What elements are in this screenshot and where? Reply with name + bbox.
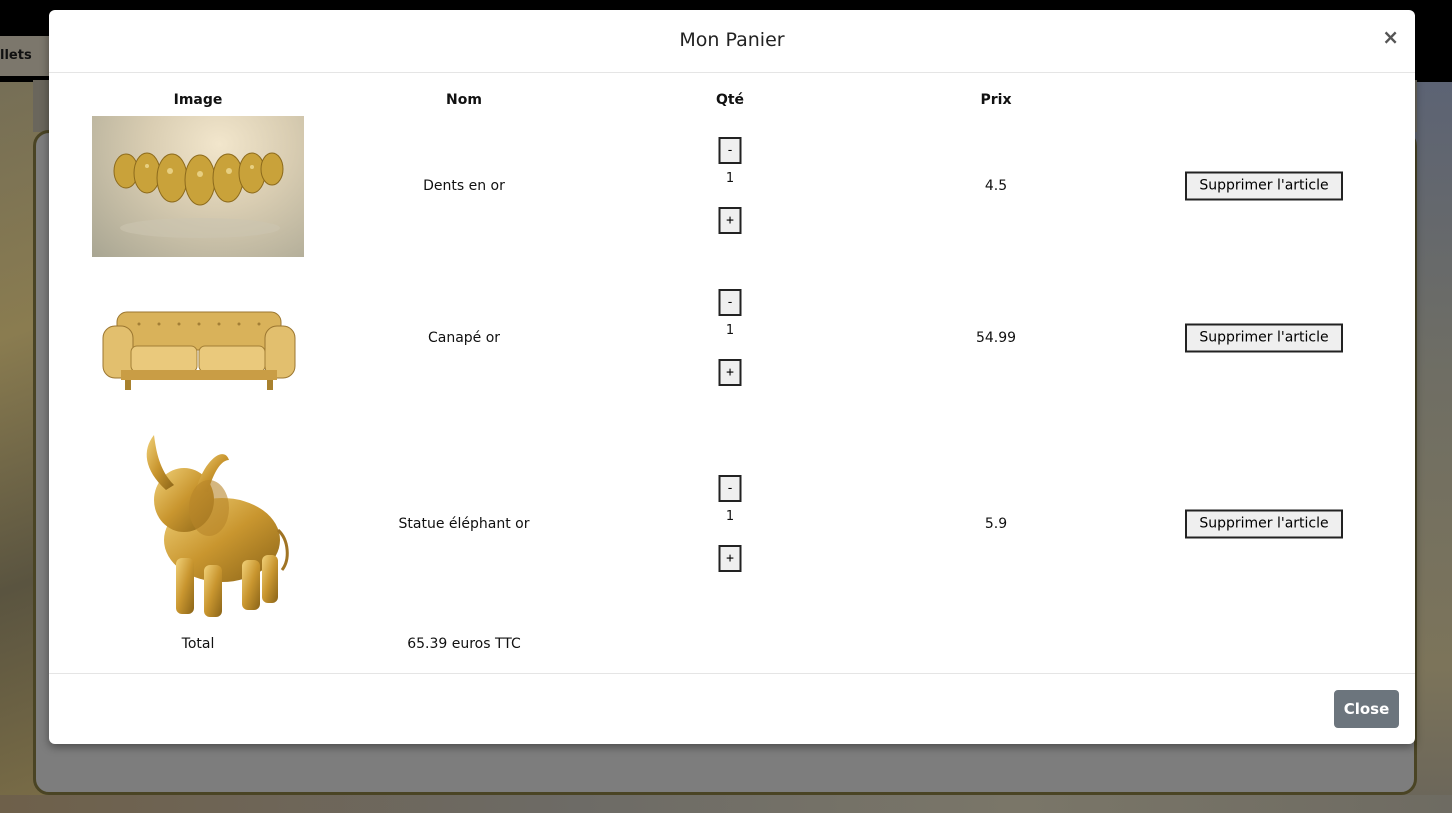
item-quantity: 1 bbox=[725, 509, 735, 524]
delete-item-button[interactable]: Supprimer l'article bbox=[1185, 509, 1343, 539]
column-header-image: Image bbox=[173, 92, 223, 108]
modal-header: Mon Panier × bbox=[49, 10, 1415, 73]
decrease-quantity-button[interactable]: - bbox=[718, 137, 742, 164]
total-label: Total bbox=[181, 636, 215, 652]
item-name: Statue éléphant or bbox=[398, 516, 530, 532]
item-name: Dents en or bbox=[423, 178, 505, 194]
background-money-bottom bbox=[0, 795, 1452, 813]
item-price: 4.5 bbox=[984, 178, 1008, 194]
item-quantity: 1 bbox=[725, 171, 735, 186]
gold-elephant-image bbox=[104, 430, 294, 625]
column-header-quantity: Qté bbox=[715, 92, 745, 108]
increase-quantity-button[interactable]: + bbox=[718, 359, 742, 386]
item-price: 5.9 bbox=[984, 516, 1008, 532]
gold-sofa-image bbox=[99, 298, 299, 398]
decrease-quantity-button[interactable]: - bbox=[718, 289, 742, 316]
decrease-quantity-button[interactable]: - bbox=[718, 475, 742, 502]
close-icon[interactable]: × bbox=[1382, 27, 1399, 47]
column-header-price: Prix bbox=[980, 92, 1012, 108]
modal-footer: Close bbox=[49, 673, 1415, 744]
cart-modal: Mon Panier × Image Nom Qté Prix Dents en… bbox=[49, 10, 1415, 744]
item-price: 54.99 bbox=[975, 330, 1017, 346]
background-nav-link: llets bbox=[0, 48, 32, 63]
delete-item-button[interactable]: Supprimer l'article bbox=[1185, 323, 1343, 353]
item-name: Canapé or bbox=[427, 330, 501, 346]
gold-teeth-image bbox=[92, 116, 304, 257]
total-value: 65.39 euros TTC bbox=[407, 636, 521, 652]
column-header-name: Nom bbox=[446, 92, 482, 108]
delete-item-button[interactable]: Supprimer l'article bbox=[1185, 171, 1343, 201]
increase-quantity-button[interactable]: + bbox=[718, 545, 742, 572]
modal-title: Mon Panier bbox=[679, 29, 785, 51]
increase-quantity-button[interactable]: + bbox=[718, 207, 742, 234]
close-button[interactable]: Close bbox=[1334, 690, 1399, 728]
item-quantity: 1 bbox=[725, 323, 735, 338]
